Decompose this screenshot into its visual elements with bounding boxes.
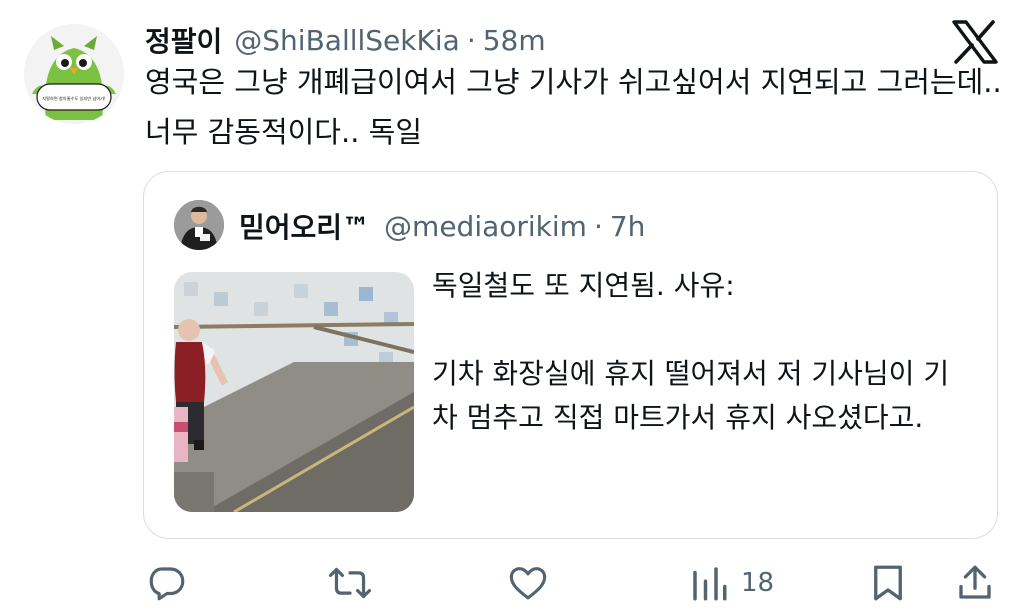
quoted-tweet-text: 독일철도 또 지연됨. 사유: 기차 화장실에 휴지 떨어져서 저 기사님이 기… — [432, 264, 972, 440]
views-count: 18 — [741, 568, 775, 598]
quoted-text-line-1: 독일철도 또 지연됨. 사유: — [432, 269, 735, 302]
share-icon — [959, 565, 991, 599]
quoted-author-avatar[interactable] — [174, 200, 224, 250]
reply-button[interactable] — [146, 560, 188, 606]
person-avatar-icon — [174, 200, 224, 250]
quoted-author-display-name[interactable]: 믿어오리™ — [239, 206, 370, 246]
quoted-author-handle[interactable]: @mediaorikim — [384, 210, 587, 243]
tweet-timestamp[interactable]: 58m — [483, 24, 546, 57]
views-chart-icon — [693, 567, 727, 601]
stairway-photo-icon — [174, 272, 414, 512]
bookmark-button[interactable] — [868, 560, 908, 606]
quoted-tweet-card[interactable]: 믿어오리™ @mediaorikim · 7h 독일철도 또 지연됨. 사유: … — [143, 171, 998, 539]
avatar-caption: 지랄하면 참아줄수도 있지만 넘어가! — [42, 95, 106, 102]
reply-icon — [149, 567, 185, 601]
like-button[interactable] — [506, 560, 550, 606]
quoted-header-separator: · — [593, 209, 603, 243]
author-avatar[interactable]: 지랄하면 참아줄수도 있지만 넘어가! — [24, 24, 124, 124]
header-separator: · — [466, 23, 476, 57]
heart-icon — [509, 567, 547, 600]
retweet-icon — [328, 567, 372, 599]
bookmark-icon — [874, 565, 902, 601]
quoted-tweet-photo[interactable] — [174, 272, 414, 512]
tweet-header: 정팔이 @ShiBalllSekKia · 58m — [145, 20, 546, 60]
views-button[interactable]: 18 — [689, 560, 774, 606]
owl-avatar-icon: 지랄하면 참아줄수도 있지만 넘어가! — [24, 24, 124, 124]
author-display-name[interactable]: 정팔이 — [145, 20, 222, 60]
tweet-text: 영국은 그냥 개폐급이여서 그냥 기사가 쉬고싶어서 지연되고 그러는데.. 너… — [145, 65, 1002, 149]
author-handle[interactable]: @ShiBalllSekKia — [234, 24, 460, 57]
quoted-text-line-2: 기차 화장실에 휴지 떨어져서 저 기사님이 기차 멈추고 직접 마트가서 휴지… — [432, 357, 950, 434]
share-button[interactable] — [954, 560, 996, 606]
retweet-button[interactable] — [328, 560, 372, 606]
quoted-tweet-timestamp[interactable]: 7h — [610, 210, 646, 243]
quoted-tweet-header: 믿어오리™ @mediaorikim · 7h — [239, 206, 645, 246]
